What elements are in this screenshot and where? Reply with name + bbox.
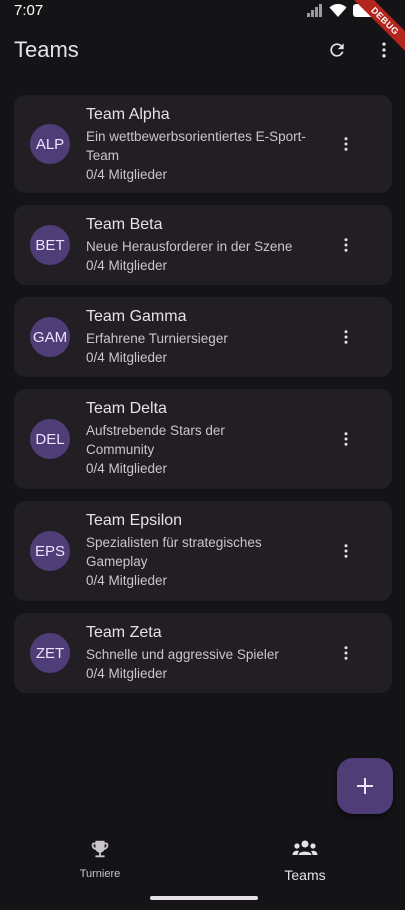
- team-members: 0/4 Mitglieder: [86, 258, 168, 273]
- team-members: 0/4 Mitglieder: [86, 666, 168, 681]
- team-description: Schnelle und aggressive Spieler: [86, 647, 279, 662]
- nav-label-turniere: Turniere: [79, 868, 121, 880]
- team-name: Team Alpha: [86, 106, 170, 123]
- nav-item-turniere[interactable]: Turniere: [40, 838, 160, 880]
- team-card-zeta[interactable]: ZET Team Zeta Schnelle und aggressive Sp…: [14, 613, 392, 693]
- team-name: Team Zeta: [86, 624, 162, 641]
- team-info: Team Zeta Schnelle und aggressive Spiele…: [86, 622, 326, 683]
- team-avatar: GAM: [30, 317, 70, 357]
- team-avatar: EPS: [30, 531, 70, 571]
- team-menu-button[interactable]: [334, 233, 358, 257]
- team-name: Team Beta: [86, 216, 163, 233]
- groups-icon: [292, 840, 318, 855]
- team-name: Team Delta: [86, 400, 167, 417]
- add-team-button[interactable]: [337, 758, 393, 814]
- team-name: Team Gamma: [86, 308, 187, 325]
- overflow-menu-button[interactable]: [370, 36, 398, 64]
- more-vert-icon: [344, 330, 348, 344]
- team-info: Team Delta Aufstrebende Stars der Commun…: [86, 398, 276, 478]
- more-vert-icon: [344, 238, 348, 252]
- team-card-delta[interactable]: DEL Team Delta Aufstrebende Stars der Co…: [14, 389, 392, 489]
- team-description: Neue Herausforderer in der Szene: [86, 239, 293, 254]
- team-avatar: DEL: [30, 419, 70, 459]
- team-avatar: BET: [30, 225, 70, 265]
- team-description: Erfahrene Turniersieger: [86, 331, 228, 346]
- team-description: Spezialisten für strategisches Gameplay: [86, 535, 262, 569]
- more-vert-icon: [344, 646, 348, 660]
- team-avatar: ZET: [30, 633, 70, 673]
- team-members: 0/4 Mitglieder: [86, 167, 168, 182]
- team-menu-button[interactable]: [334, 641, 358, 665]
- team-card-gamma[interactable]: GAM Team Gamma Erfahrene Turniersieger 0…: [14, 297, 392, 377]
- team-info: Team Epsilon Spezialisten für strategisc…: [86, 510, 291, 590]
- team-card-beta[interactable]: BET Team Beta Neue Herausforderer in der…: [14, 205, 392, 285]
- team-card-alpha[interactable]: ALP Team Alpha Ein wettbewerbsorientiert…: [14, 95, 392, 193]
- more-vert-icon: [344, 137, 348, 151]
- nav-label-teams: Teams: [284, 867, 326, 883]
- team-menu-button[interactable]: [334, 132, 358, 156]
- more-vert-icon: [382, 42, 386, 58]
- more-vert-icon: [344, 544, 348, 558]
- team-menu-button[interactable]: [334, 427, 358, 451]
- team-members: 0/4 Mitglieder: [86, 350, 168, 365]
- team-info: Team Alpha Ein wettbewerbsorientiertes E…: [86, 104, 326, 184]
- team-members: 0/4 Mitglieder: [86, 573, 168, 588]
- team-menu-button[interactable]: [334, 539, 358, 563]
- more-vert-icon: [344, 432, 348, 446]
- team-info: Team Beta Neue Herausforderer in der Sze…: [86, 214, 326, 275]
- page-title: Teams: [14, 37, 79, 62]
- trophy-icon: [91, 840, 109, 858]
- home-indicator: [150, 896, 258, 900]
- nav-item-teams[interactable]: Teams: [245, 838, 365, 883]
- team-card-epsilon[interactable]: EPS Team Epsilon Spezialisten für strate…: [14, 501, 392, 601]
- refresh-icon: [330, 43, 344, 57]
- app-bar: Teams: [0, 28, 405, 72]
- team-description: Ein wettbewerbsorientiertes E-Sport-Team: [86, 129, 306, 163]
- team-list: ALP Team Alpha Ein wettbewerbsorientiert…: [14, 95, 392, 705]
- plus-icon: [357, 778, 373, 794]
- team-description: Aufstrebende Stars der Community: [86, 423, 225, 457]
- team-avatar: ALP: [30, 124, 70, 164]
- team-menu-button[interactable]: [334, 325, 358, 349]
- status-time: 7:07: [14, 2, 44, 19]
- team-info: Team Gamma Erfahrene Turniersieger 0/4 M…: [86, 306, 326, 367]
- team-name: Team Epsilon: [86, 512, 183, 529]
- team-members: 0/4 Mitglieder: [86, 461, 168, 476]
- signal-icon: [307, 4, 322, 17]
- refresh-button[interactable]: [323, 36, 351, 64]
